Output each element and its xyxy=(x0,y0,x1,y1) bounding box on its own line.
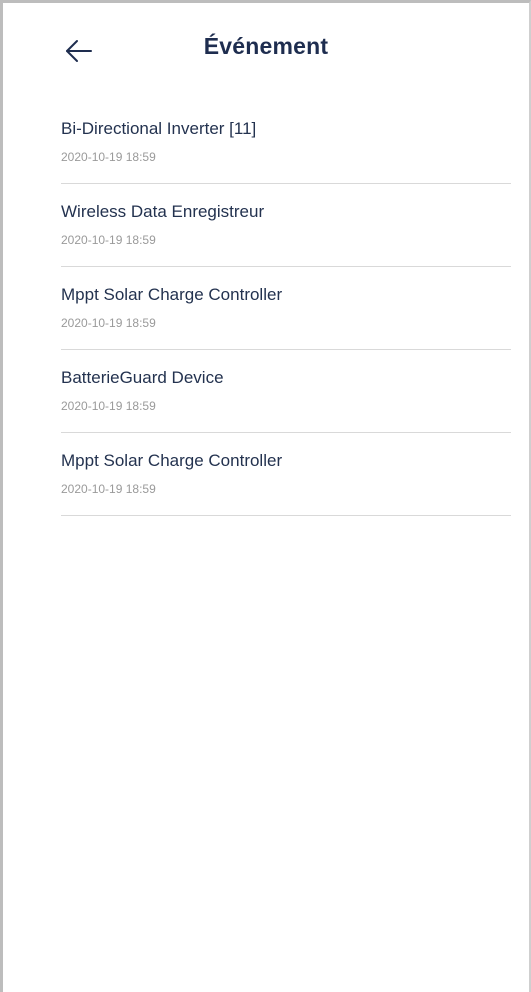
event-item[interactable]: Bi-Directional Inverter [11] 2020-10-19 … xyxy=(61,101,511,184)
event-timestamp: 2020-10-19 18:59 xyxy=(61,482,156,496)
event-item[interactable]: BatterieGuard Device 2020-10-19 18:59 xyxy=(61,350,511,433)
event-title: Wireless Data Enregistreur xyxy=(61,202,265,221)
event-title: Bi-Directional Inverter [11] xyxy=(61,119,257,138)
event-title: BatterieGuard Device xyxy=(61,368,224,387)
event-item[interactable]: Wireless Data Enregistreur 2020-10-19 18… xyxy=(61,184,511,267)
event-timestamp: 2020-10-19 18:59 xyxy=(61,399,156,413)
event-timestamp: 2020-10-19 18:59 xyxy=(61,316,156,330)
event-list: Bi-Directional Inverter [11] 2020-10-19 … xyxy=(61,101,511,516)
event-timestamp: 2020-10-19 18:59 xyxy=(61,150,156,164)
event-item[interactable]: Mppt Solar Charge Controller 2020-10-19 … xyxy=(61,433,511,516)
event-title: Mppt Solar Charge Controller xyxy=(61,285,283,304)
header: Événement xyxy=(3,3,529,93)
app-screen: Événement Bi-Directional Inverter [11] 2… xyxy=(0,0,531,992)
event-item[interactable]: Mppt Solar Charge Controller 2020-10-19 … xyxy=(61,267,511,350)
event-timestamp: 2020-10-19 18:59 xyxy=(61,233,156,247)
page-title: Événement xyxy=(203,33,329,59)
event-title: Mppt Solar Charge Controller xyxy=(61,451,283,470)
